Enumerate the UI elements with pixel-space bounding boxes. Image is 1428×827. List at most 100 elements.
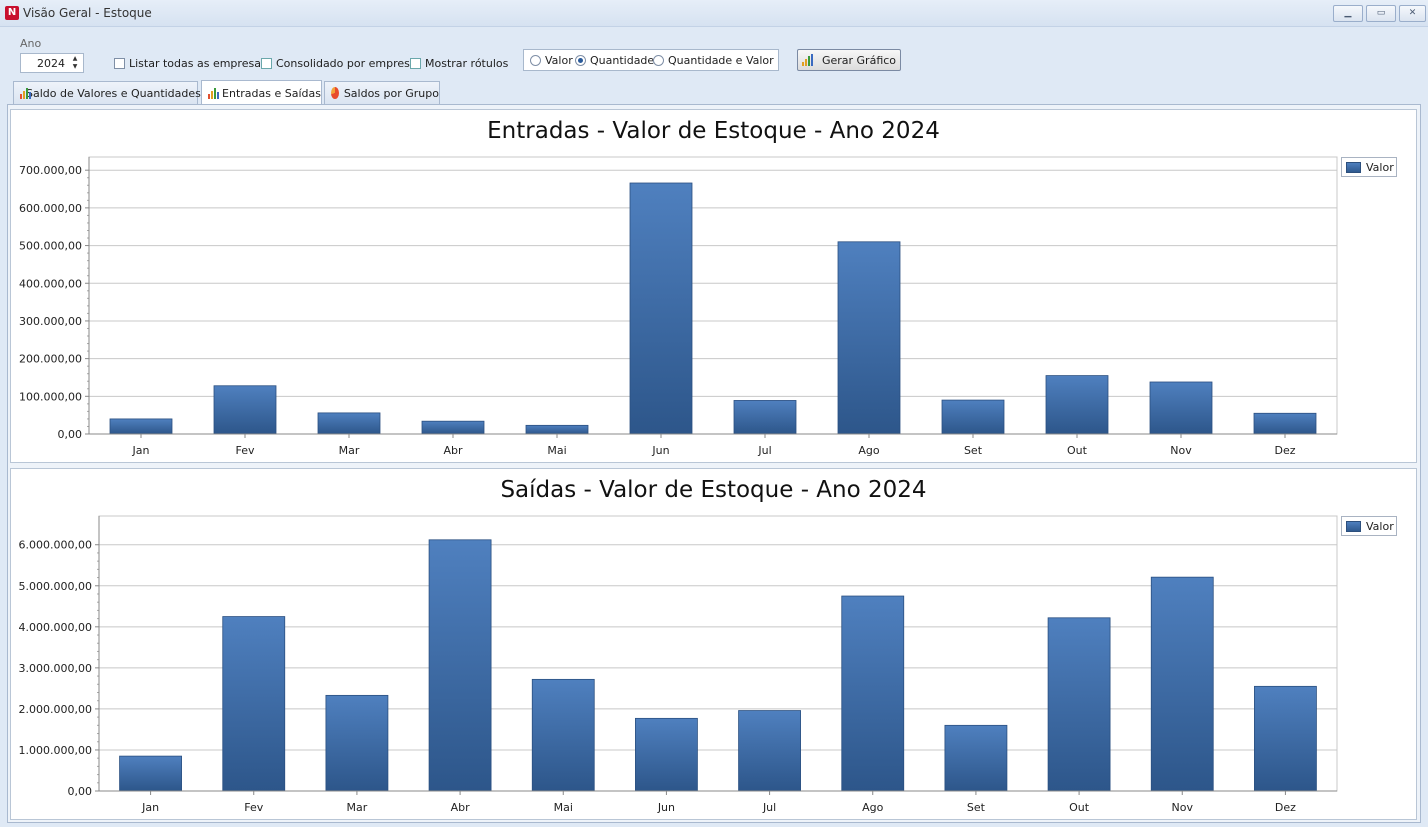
x-tick-label: Nov [1172, 801, 1194, 814]
x-tick-label: Jan [132, 444, 150, 457]
app-logo-icon: N [5, 6, 19, 20]
bar-jan [119, 755, 182, 792]
spin-up-icon[interactable]: ▲ [70, 55, 80, 63]
tab-saldos-grupo[interactable]: Saldos por Grupo [324, 81, 440, 104]
x-tick-label: Abr [451, 801, 471, 814]
bar-mai [525, 424, 589, 435]
generate-chart-button[interactable]: Gerar Gráfico [797, 49, 901, 71]
bar-jul [733, 400, 797, 435]
bar-ago [841, 595, 905, 792]
tab-saldo-valores[interactable]: Saldo de Valores e Quantidades [13, 81, 201, 104]
y-tick-label: 5.000.000,00 [19, 580, 92, 593]
tab-label: Saldo de Valores e Quantidades [26, 86, 201, 100]
bar-set [944, 724, 1008, 792]
checkbox-box[interactable] [261, 57, 272, 69]
legend-swatch [1346, 520, 1361, 532]
tab-entradas-saidas[interactable]: Entradas e Saídas [201, 80, 322, 105]
radio-valor[interactable]: Valor [530, 54, 573, 67]
bar-jul [738, 710, 801, 792]
tab-content: Entradas - Valor de Estoque - Ano 2024 0… [7, 104, 1421, 823]
radio-label: Quantidade [590, 54, 655, 67]
bar-set [941, 399, 1005, 435]
checkbox-box[interactable] [410, 57, 421, 69]
bar-dez [1254, 685, 1317, 792]
x-tick-label: Jun [651, 444, 669, 457]
y-tick-label: 600.000,00 [19, 202, 82, 215]
y-tick-label: 6.000.000,00 [19, 539, 92, 552]
checkbox-box[interactable] [114, 57, 125, 69]
y-tick-label: 4.000.000,00 [19, 621, 92, 634]
y-tick-label: 0,00 [68, 785, 93, 798]
bar-chart-icon [208, 87, 219, 99]
bar-mai [531, 678, 595, 792]
bar-nov [1150, 576, 1214, 792]
tab-label: Entradas e Saídas [222, 86, 321, 100]
legend-label: Valor [1366, 160, 1394, 174]
y-tick-label: 700.000,00 [19, 164, 82, 177]
bar-jun [635, 717, 698, 792]
chart-entradas: Entradas - Valor de Estoque - Ano 2024 0… [10, 109, 1417, 463]
bar-fev [213, 385, 277, 435]
radio-circle[interactable] [653, 55, 664, 66]
bar-chart-icon [801, 54, 816, 66]
bar-mar [317, 412, 381, 435]
chart-plot-area: 0,00 100.000,00 200.000,00 300.000,00 400.00… [19, 156, 1338, 457]
bar-mar [325, 694, 389, 792]
x-tick-label: Dez [1274, 444, 1295, 457]
chart-plot-area: 0,00 1.000.000,00 2.000.000,00 3.000.000,00… [19, 515, 1338, 814]
x-tick-label: Fev [244, 801, 263, 814]
x-tick-label: Mar [339, 444, 360, 457]
legend-label: Valor [1366, 519, 1394, 533]
x-tick-label: Out [1069, 801, 1090, 814]
x-tick-label: Ago [858, 444, 880, 457]
checkbox-label: Mostrar rótulos [425, 56, 509, 70]
radio-quantidade[interactable]: Quantidade [575, 54, 654, 67]
bar-ago [837, 241, 901, 435]
y-tick-label: 1.000.000,00 [19, 744, 92, 757]
year-value[interactable]: 2024 [37, 57, 65, 70]
bar-abr [421, 420, 485, 435]
checkbox-mostrar-rotulos[interactable]: Mostrar rótulos [410, 56, 508, 70]
y-tick-label: 300.000,00 [19, 315, 82, 328]
bar-abr [428, 539, 492, 792]
checkbox-label: Listar todas as empresas [129, 56, 267, 70]
x-tick-label: Fev [235, 444, 254, 457]
chart-legend: Valor [1341, 516, 1397, 536]
minimize-button[interactable]: ▁ [1333, 5, 1363, 22]
bar-fev [222, 616, 286, 792]
y-tick-label: 400.000,00 [19, 277, 82, 290]
title-bar: N Visão Geral - Estoque ▁ ▭ ✕ [0, 0, 1428, 27]
x-tick-label: Ago [862, 801, 884, 814]
value-mode-radio-group: Valor Quantidade Quantidade e Valor [523, 49, 779, 71]
pie-chart-icon [331, 87, 339, 99]
x-tick-label: Jan [141, 801, 159, 814]
bar-jun [629, 182, 693, 435]
chart-saidas: Saídas - Valor de Estoque - Ano 2024 0,0… [10, 468, 1417, 820]
year-spinner[interactable]: 2024 ▲ ▼ [20, 53, 84, 73]
y-tick-label: 3.000.000,00 [19, 662, 92, 675]
checkbox-label: Consolidado por empresa [276, 56, 417, 70]
bar-nov [1149, 381, 1213, 435]
radio-quantidade-e-valor[interactable]: Quantidade e Valor [653, 54, 774, 67]
window-title: Visão Geral - Estoque [23, 6, 152, 20]
chart-legend: Valor [1341, 157, 1397, 177]
y-tick-label: 2.000.000,00 [19, 703, 92, 716]
x-tick-label: Abr [443, 444, 463, 457]
year-label: Ano [20, 37, 42, 50]
x-tick-label: Jul [762, 801, 776, 814]
y-tick-label: 200.000,00 [19, 353, 82, 366]
x-tick-label: Set [967, 801, 986, 814]
x-tick-label: Jul [757, 444, 771, 457]
x-tick-label: Mai [554, 801, 573, 814]
bar-out [1045, 375, 1109, 435]
radio-circle[interactable] [530, 55, 541, 66]
spin-down-icon[interactable]: ▼ [70, 63, 80, 71]
checkbox-listar-empresas[interactable]: Listar todas as empresas [114, 56, 267, 70]
checkbox-consolidado[interactable]: Consolidado por empresa [261, 56, 417, 70]
close-button[interactable]: ✕ [1399, 5, 1426, 22]
radio-label: Quantidade e Valor [668, 54, 774, 67]
tab-label: Saldos por Grupo [343, 86, 439, 100]
restore-button[interactable]: ▭ [1366, 5, 1396, 22]
radio-circle-selected[interactable] [575, 55, 586, 66]
y-tick-label: 100.000,00 [19, 390, 82, 403]
